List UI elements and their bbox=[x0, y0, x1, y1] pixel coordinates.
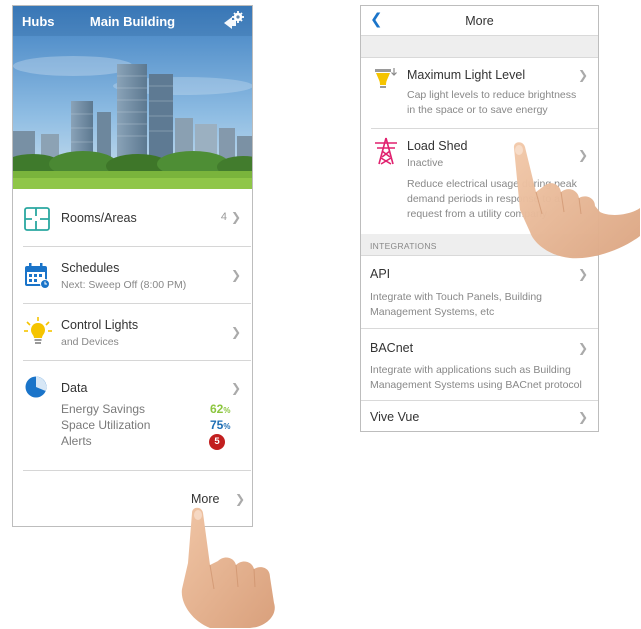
power-tower-icon bbox=[373, 137, 399, 170]
lightbulb-icon bbox=[24, 317, 52, 352]
maximum-light-level-title: Maximum Light Level bbox=[407, 68, 526, 82]
energy-savings-label: Energy Savings bbox=[61, 402, 146, 416]
screenshot-canvas: Hubs Main Building Rooms/Areas 4 ❯ Sched… bbox=[0, 0, 641, 629]
api-row[interactable]: API Integrate with Touch Panels, Buildin… bbox=[361, 256, 598, 329]
energy-savings-value: 62% bbox=[210, 402, 231, 416]
schedules-label: Schedules bbox=[61, 261, 120, 275]
load-shed-status: Inactive bbox=[407, 157, 444, 169]
chevron-right-icon: ❯ bbox=[230, 210, 241, 224]
calendar-icon bbox=[24, 263, 50, 294]
control-lights-row[interactable]: Control Lights and Devices ❯ bbox=[23, 304, 251, 361]
space-utilization-label: Space Utilization bbox=[61, 418, 151, 432]
hub-home-screen: Hubs Main Building Rooms/Areas 4 ❯ Sched… bbox=[12, 5, 253, 527]
gear-icon[interactable] bbox=[222, 11, 244, 29]
maximum-light-level-row[interactable]: Maximum Light Level Cap light levels to … bbox=[371, 58, 598, 129]
bacnet-title: BACnet bbox=[370, 341, 414, 355]
chevron-right-icon: ❯ bbox=[230, 268, 241, 282]
control-lights-label: Control Lights bbox=[61, 318, 139, 332]
vive-vue-title: Vive Vue bbox=[370, 410, 420, 424]
alerts-label: Alerts bbox=[61, 434, 92, 448]
top-bar: ❮ More bbox=[361, 6, 598, 36]
page-title: More bbox=[465, 14, 494, 28]
chevron-right-icon: ❯ bbox=[577, 410, 588, 424]
section-spacer bbox=[361, 36, 598, 58]
pointing-hand-illustration bbox=[513, 142, 640, 259]
bacnet-row[interactable]: BACnet Integrate with applications such … bbox=[361, 329, 598, 401]
chevron-right-icon: ❯ bbox=[577, 68, 588, 82]
maximum-light-level-desc: Cap light levels to reduce brightness in… bbox=[407, 89, 577, 116]
api-desc: Integrate with Touch Panels, Building Ma… bbox=[370, 291, 542, 318]
pointing-hand-illustration bbox=[181, 507, 275, 628]
integrations-header-label: INTEGRATIONS bbox=[370, 241, 437, 251]
space-utilization-value: 75% bbox=[210, 418, 231, 432]
vive-vue-row[interactable]: Vive Vue ❯ bbox=[361, 401, 598, 431]
chevron-right-icon: ❯ bbox=[577, 267, 588, 281]
bacnet-desc: Integrate with applications such as Buil… bbox=[370, 364, 582, 391]
rooms-areas-row[interactable]: Rooms/Areas 4 ❯ bbox=[23, 190, 251, 247]
schedules-row[interactable]: Schedules Next: Sweep Off (8:00 PM) ❯ bbox=[23, 247, 251, 304]
load-shed-title: Load Shed bbox=[407, 139, 468, 153]
page-title: Main Building bbox=[89, 14, 176, 29]
api-title: API bbox=[370, 267, 391, 281]
light-limit-icon bbox=[373, 66, 399, 97]
rooms-count: 4 bbox=[220, 211, 227, 223]
pie-chart-icon bbox=[24, 375, 48, 404]
top-bar: Hubs Main Building bbox=[13, 6, 252, 36]
chevron-right-icon: ❯ bbox=[230, 381, 241, 395]
chevron-right-icon: ❯ bbox=[230, 325, 241, 339]
chevron-right-icon: ❯ bbox=[577, 341, 588, 355]
alerts-count-badge: 5 bbox=[209, 434, 225, 450]
data-label: Data bbox=[61, 381, 88, 395]
floor-plan-icon bbox=[24, 207, 50, 236]
next-schedule-text: Next: Sweep Off (8:00 PM) bbox=[61, 279, 187, 291]
control-lights-sub: and Devices bbox=[61, 336, 119, 348]
rooms-areas-label: Rooms/Areas bbox=[61, 211, 137, 225]
data-row[interactable]: Data ❯ Energy Savings 62% Space Utilizat… bbox=[23, 361, 251, 471]
